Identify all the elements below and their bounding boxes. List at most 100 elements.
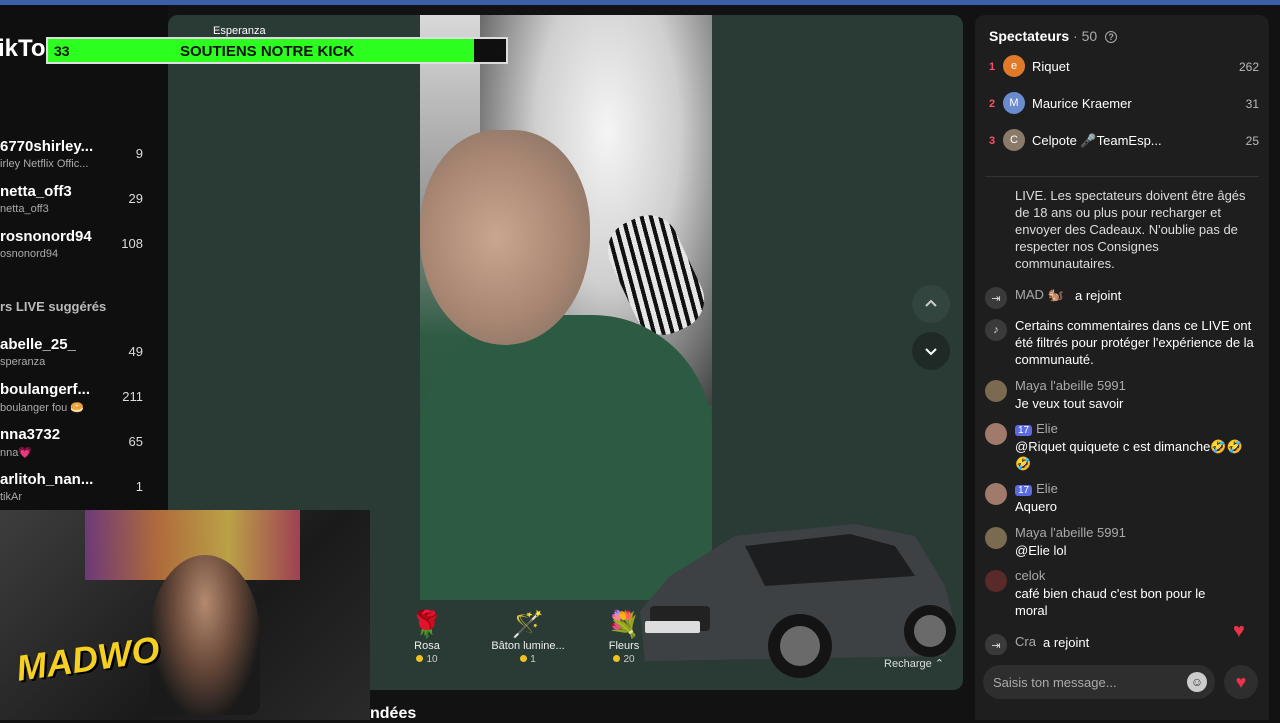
gift-item[interactable]: 🌹 Rosa 10 xyxy=(377,608,477,665)
top-viewer-row[interactable]: 1 e Riquet 262 xyxy=(989,55,1259,81)
message-text: a rejoint xyxy=(1075,288,1122,303)
top-viewer-row[interactable]: 3 C Celpote 🎤TeamEsp... 25 xyxy=(989,129,1259,155)
message-text: Certains commentaires dans ce LIVE ont é… xyxy=(1015,318,1254,367)
avatar: M xyxy=(1003,92,1025,114)
viewer-name: Celpote 🎤TeamEsp... xyxy=(1032,133,1162,148)
chevron-down-icon xyxy=(925,348,937,356)
account-subtitle: netta_off3 xyxy=(0,203,49,215)
rank-number: 2 xyxy=(989,98,996,110)
viewers-header[interactable]: Spectateurs · 50 ? xyxy=(989,28,1118,44)
message-author[interactable]: Maya l'abeille 5991 xyxy=(1015,525,1126,540)
rank-number: 1 xyxy=(989,61,996,73)
rose-icon: 🌹 xyxy=(410,609,444,639)
avatar: C xyxy=(1003,129,1025,151)
car-gift-animation xyxy=(640,524,956,678)
viewer-count: 65 xyxy=(128,434,143,449)
message-text: a rejoint xyxy=(1043,635,1090,650)
sidebar: ikTo 6770shirley... irley Netflix Offic.… xyxy=(0,5,168,510)
sidebar-following-item[interactable]: rosnonord94 osnonord94 108 xyxy=(0,228,160,268)
chat-input[interactable] xyxy=(993,672,1173,692)
help-icon[interactable]: ? xyxy=(1105,31,1118,44)
account-subtitle: tikAr xyxy=(0,491,22,503)
viewer-name: Riquet xyxy=(1032,59,1070,74)
viewer-count: 9 xyxy=(135,146,143,161)
divider xyxy=(985,176,1259,177)
webcam-person xyxy=(150,555,260,715)
suggested-lives-title: rs LIVE suggérés xyxy=(0,299,107,314)
account-name: nna3732 xyxy=(0,426,61,443)
madwo-logo: MADWO xyxy=(13,628,163,689)
sidebar-following-item[interactable]: 6770shirley... irley Netflix Offic... 9 xyxy=(0,138,160,178)
sidebar-suggested-item[interactable]: abelle_25_ speranza 49 xyxy=(0,336,160,376)
message-author[interactable]: Cra xyxy=(1015,634,1036,649)
host-name: Esperanza xyxy=(213,25,266,37)
tiktok-icon: ♪ xyxy=(985,319,1007,341)
avatar[interactable] xyxy=(985,423,1007,445)
chat-input-container: ☺ xyxy=(983,665,1215,699)
goal-current: 33 xyxy=(54,43,70,59)
account-name: netta_off3 xyxy=(0,183,72,200)
viewer-count: 108 xyxy=(121,236,143,251)
gift-name: Bâton lumine... xyxy=(491,640,565,652)
avatar[interactable] xyxy=(985,483,1007,505)
gift-name: Rosa xyxy=(414,640,440,652)
webcam-overlay: MADWO xyxy=(0,510,370,720)
message-author[interactable]: 17 Elie xyxy=(1015,421,1058,436)
next-live-button[interactable] xyxy=(912,332,950,370)
top-accent-bar xyxy=(0,0,1280,5)
like-button[interactable]: ♥ xyxy=(1224,665,1258,699)
message-text: @Elie lol xyxy=(1015,543,1067,558)
viewer-count: 1 xyxy=(135,479,143,494)
account-subtitle: boulanger fou 🥯 xyxy=(0,402,85,414)
goal-banner: 33 SOUTIENS NOTRE KICK 3 xyxy=(46,37,508,64)
account-name: boulangerf... xyxy=(0,381,90,398)
message-author[interactable]: 17 Elie xyxy=(1015,481,1058,496)
avatar[interactable] xyxy=(985,570,1007,592)
gift-price: 10 xyxy=(377,654,477,665)
sidebar-suggested-item[interactable]: nna3732 nna💗 65 xyxy=(0,426,160,466)
enter-icon: ⇥ xyxy=(985,287,1007,309)
top-viewer-row[interactable]: 2 M Maurice Kraemer 31 xyxy=(989,92,1259,118)
message-text: Je veux tout savoir xyxy=(1015,396,1124,411)
gift-item[interactable]: 🪄 Bâton lumine... 1 xyxy=(478,608,578,665)
viewer-name: Maurice Kraemer xyxy=(1032,96,1132,111)
coin-icon xyxy=(520,655,528,662)
rank-number: 3 xyxy=(989,135,996,147)
sidebar-suggested-item[interactable]: arlitoh_nan... tikAr 1 xyxy=(0,471,160,510)
sidebar-suggested-item[interactable]: boulangerf... boulanger fou 🥯 211 xyxy=(0,381,160,421)
section-heading: ndées xyxy=(370,705,417,722)
avatar: e xyxy=(1003,55,1025,77)
live-video[interactable] xyxy=(420,15,712,600)
avatar[interactable] xyxy=(985,380,1007,402)
account-subtitle: speranza xyxy=(0,356,46,368)
chat-feed[interactable]: LIVE. Les spectateurs doivent être âgés … xyxy=(985,185,1263,655)
emoji-icon[interactable]: ☺ xyxy=(1187,672,1207,692)
account-name: rosnonord94 xyxy=(0,228,92,245)
account-subtitle: nna💗 xyxy=(0,447,33,459)
viewers-title: Spectateurs xyxy=(989,28,1070,44)
brand-logo[interactable]: ikTo xyxy=(0,35,46,63)
coin-icon xyxy=(613,655,621,662)
chevron-up-icon xyxy=(925,299,937,307)
message-author[interactable]: MAD 🐿️ xyxy=(1015,287,1064,303)
account-name: 6770shirley... xyxy=(0,138,94,155)
goal-target: 3 xyxy=(494,43,502,59)
coin-icon xyxy=(416,655,424,662)
viewer-count: 29 xyxy=(128,191,143,206)
previous-live-button[interactable] xyxy=(912,285,950,323)
message-text: LIVE. Les spectateurs doivent être âgés … xyxy=(1015,188,1246,271)
message-text: Aquero xyxy=(1015,499,1057,514)
viewer-count: 49 xyxy=(128,344,143,359)
message-text: @Riquet quiquete c est dimanche🤣🤣🤣 xyxy=(1015,439,1243,471)
message-author[interactable]: celok xyxy=(1015,568,1045,583)
viewer-count: 211 xyxy=(122,389,143,404)
message-text: café bien chaud c'est bon pour le moral xyxy=(1015,586,1206,618)
account-subtitle: osnonord94 xyxy=(0,248,59,260)
floating-heart-icon: ♥ xyxy=(1233,620,1245,642)
message-author[interactable]: Maya l'abeille 5991 xyxy=(1015,378,1126,393)
account-subtitle: irley Netflix Offic... xyxy=(0,158,89,170)
level-badge: 17 xyxy=(1015,425,1033,436)
streamer-head xyxy=(420,130,590,345)
sidebar-following-item[interactable]: netta_off3 netta_off3 29 xyxy=(0,183,160,223)
avatar[interactable] xyxy=(985,527,1007,549)
